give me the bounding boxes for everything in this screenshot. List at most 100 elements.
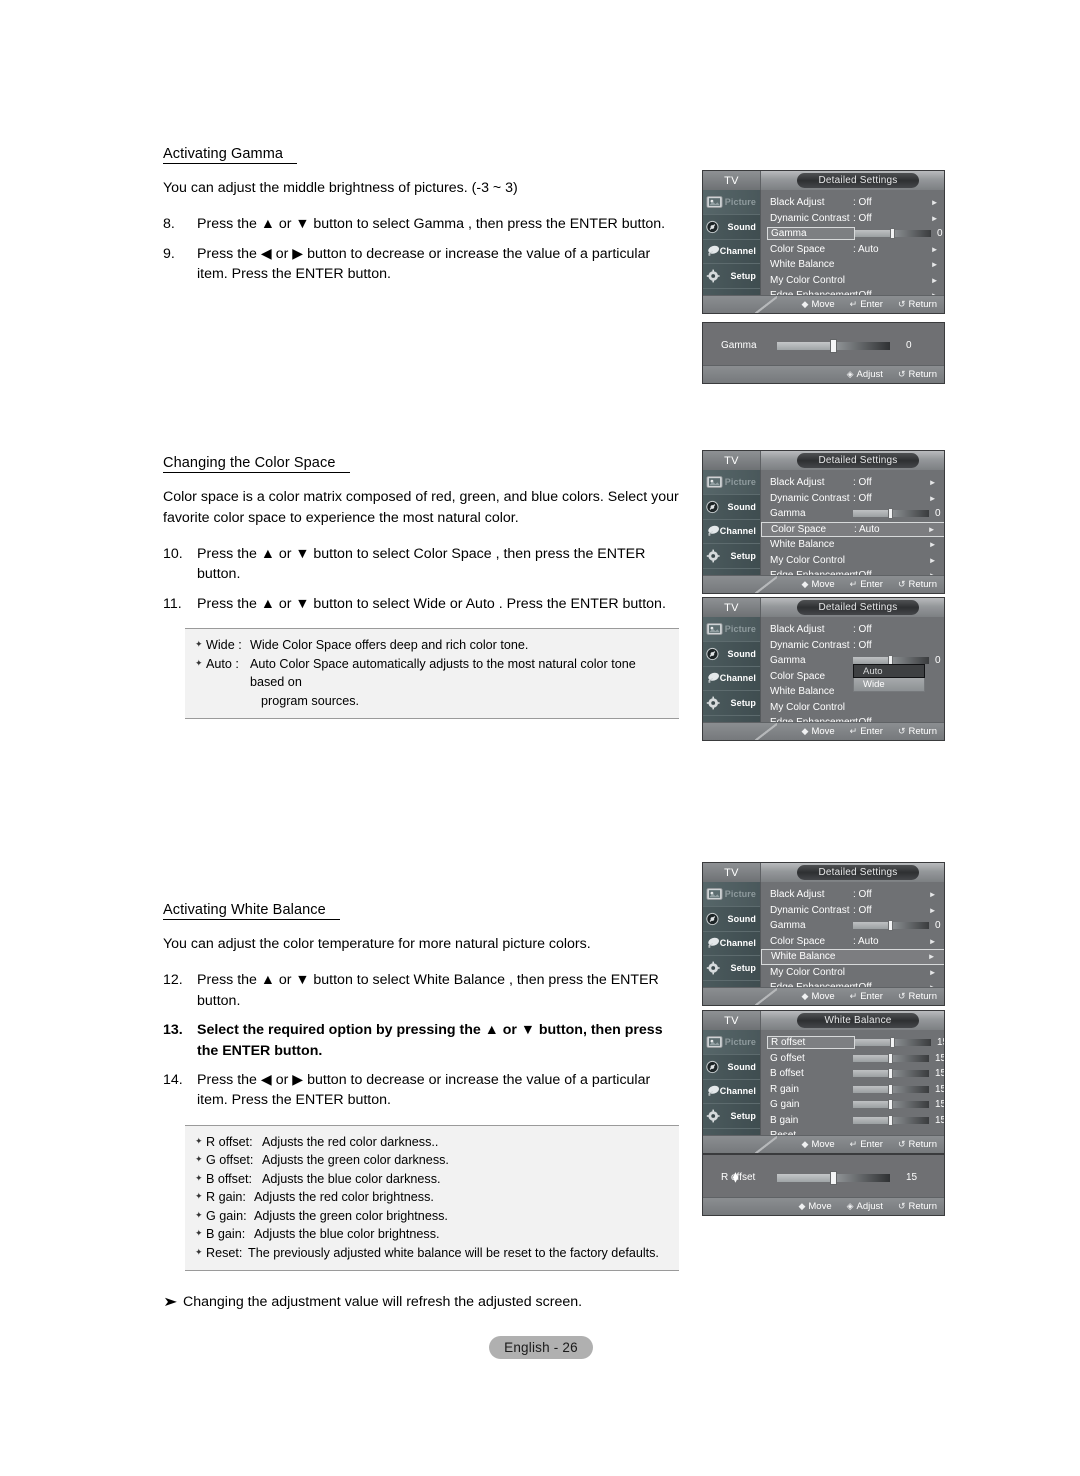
menu-row-my-color-control[interactable]: My Color Control — [761, 700, 944, 716]
menu-row-my-color-control[interactable]: My Color Control ► — [761, 553, 944, 569]
action-return[interactable]: ↺ Return — [898, 579, 937, 590]
b-gain-slider[interactable] — [853, 1114, 929, 1126]
menu-row-white-balance[interactable]: White Balance ► — [761, 949, 944, 965]
menu-row-black-adjust[interactable]: Black Adjust : Off ► — [761, 475, 944, 491]
action-move[interactable]: ◆ Move — [802, 579, 835, 590]
sidebar-item-setup[interactable]: Setup — [703, 264, 760, 290]
sidebar-item-channel[interactable]: Channel — [703, 667, 760, 692]
r-offset-slider[interactable] — [855, 1037, 931, 1049]
sidebar-item-picture[interactable]: Picture — [703, 882, 760, 907]
sidebar-item-sound[interactable]: Sound — [703, 642, 760, 667]
menu-row-my-color-control[interactable]: My Color Control ► — [761, 273, 944, 289]
menu-row-r-gain[interactable]: R gain 15 — [761, 1082, 944, 1098]
gamma-adjust-slider[interactable] — [777, 338, 890, 353]
osd-r-offset-adjust-bar[interactable]: ▲ ▼ R offset 15 ◆ Move ◈ Adjust ↺ Return — [702, 1154, 945, 1216]
slider-handle[interactable] — [890, 228, 895, 240]
slider-handle[interactable] — [888, 1068, 893, 1080]
action-adjust[interactable]: ◈ Adjust — [847, 369, 883, 380]
sidebar-item-sound[interactable]: Sound — [703, 215, 760, 240]
menu-row-color-space[interactable]: Color Space : Auto ► — [761, 242, 944, 258]
sidebar-item-picture[interactable]: Picture — [703, 1030, 760, 1055]
menu-row-white-balance[interactable]: White Balance ► — [761, 257, 944, 273]
sidebar-item-channel[interactable]: Channel — [703, 520, 760, 545]
slider-handle[interactable] — [890, 1037, 895, 1049]
slider-handle[interactable] — [888, 1052, 893, 1064]
sidebar-item-sound[interactable]: Sound — [703, 495, 760, 520]
menu-row-white-balance[interactable]: White Balance ► — [761, 537, 944, 553]
slider-handle[interactable] — [829, 1170, 837, 1185]
r-gain-slider[interactable] — [853, 1083, 929, 1095]
menu-row-color-space[interactable]: Color Space : Auto ► — [761, 934, 944, 950]
gamma-slider[interactable] — [853, 508, 929, 520]
menu-row-b-gain[interactable]: B gain 15 — [761, 1113, 944, 1129]
osd-gamma-adjust-bar[interactable]: Gamma 0 ◈ Adjust ↺ Return — [702, 322, 945, 384]
sidebar-item-picture[interactable]: Picture — [703, 470, 760, 495]
option-wide[interactable]: Wide — [853, 678, 925, 692]
osd-detailed-settings-gamma[interactable]: TV Detailed Settings Picture Sound Chann… — [702, 170, 945, 314]
menu-row-color-space[interactable]: Color Space : Auto ► — [761, 521, 944, 537]
sidebar-item-channel[interactable]: Channel — [703, 1080, 760, 1105]
g-offset-slider[interactable] — [853, 1052, 929, 1064]
menu-row-gamma[interactable]: Gamma 0 — [761, 918, 944, 934]
sidebar-item-setup[interactable]: Setup — [703, 1104, 760, 1130]
sidebar-item-setup[interactable]: Setup — [703, 544, 760, 570]
menu-row-g-gain[interactable]: G gain 15 — [761, 1097, 944, 1113]
action-return[interactable]: ↺ Return — [898, 299, 937, 310]
action-enter[interactable]: ↵ Enter — [850, 579, 883, 590]
action-enter[interactable]: ↵ Enter — [850, 991, 883, 1002]
action-move[interactable]: ◆ Move — [802, 726, 835, 737]
action-move[interactable]: ◆ Move — [798, 1201, 831, 1212]
osd-action-bar: ◆ Move ↵ Enter ↺ Return — [703, 1135, 944, 1153]
sidebar-item-setup[interactable]: Setup — [703, 691, 760, 717]
gamma-slider[interactable] — [855, 228, 931, 240]
action-return[interactable]: ↺ Return — [898, 726, 937, 737]
slider-handle[interactable] — [888, 1099, 893, 1111]
r-offset-adjust-slider[interactable] — [777, 1170, 890, 1185]
sidebar-item-picture[interactable]: Picture — [703, 617, 760, 642]
slider-handle[interactable] — [888, 920, 893, 932]
sidebar-item-sound[interactable]: Sound — [703, 1055, 760, 1080]
osd-color-space-dropdown[interactable]: TV Detailed Settings Picture Sound Chann… — [702, 597, 945, 741]
menu-row-black-adjust[interactable]: Black Adjust : Off — [761, 622, 944, 638]
color-space-option-list[interactable]: Auto Wide — [853, 664, 925, 692]
action-return[interactable]: ↺ Return — [898, 369, 937, 380]
sidebar-item-setup[interactable]: Setup — [703, 956, 760, 982]
osd-detailed-settings-white-balance[interactable]: TV Detailed Settings Picture Sound Chann… — [702, 862, 945, 1006]
sidebar-item-sound[interactable]: Sound — [703, 907, 760, 932]
g-gain-slider[interactable] — [853, 1099, 929, 1111]
action-enter[interactable]: ↵ Enter — [850, 299, 883, 310]
slider-handle[interactable] — [888, 1083, 893, 1095]
menu-row-black-adjust[interactable]: Black Adjust : Off ► — [761, 887, 944, 903]
slider-handle[interactable] — [888, 1114, 893, 1126]
action-return[interactable]: ↺ Return — [898, 1139, 937, 1150]
sidebar-item-channel[interactable]: Channel — [703, 240, 760, 265]
action-enter[interactable]: ↵ Enter — [850, 726, 883, 737]
action-return[interactable]: ↺ Return — [898, 991, 937, 1002]
b-offset-slider[interactable] — [853, 1068, 929, 1080]
action-move[interactable]: ◆ Move — [802, 299, 835, 310]
menu-row-gamma[interactable]: Gamma 0 — [761, 226, 944, 242]
sidebar-item-picture[interactable]: Picture — [703, 190, 760, 215]
action-enter[interactable]: ↵ Enter — [850, 1139, 883, 1150]
menu-row-my-color-control[interactable]: My Color Control ► — [761, 965, 944, 981]
osd-detailed-settings-color-space[interactable]: TV Detailed Settings Picture Sound Chann… — [702, 450, 945, 594]
slider-handle[interactable] — [829, 338, 837, 353]
menu-row-gamma[interactable]: Gamma 0 — [761, 506, 944, 522]
action-adjust[interactable]: ◈ Adjust — [847, 1201, 883, 1212]
option-auto[interactable]: Auto — [853, 664, 925, 678]
menu-row-dynamic-contrast[interactable]: Dynamic Contrast : Off ► — [761, 903, 944, 919]
action-move[interactable]: ◆ Move — [802, 991, 835, 1002]
menu-row-b-offset[interactable]: B offset 15 — [761, 1066, 944, 1082]
action-move[interactable]: ◆ Move — [802, 1139, 835, 1150]
menu-row-dynamic-contrast[interactable]: Dynamic Contrast : Off ► — [761, 491, 944, 507]
menu-row-black-adjust[interactable]: Black Adjust : Off ► — [761, 195, 944, 211]
menu-row-dynamic-contrast[interactable]: Dynamic Contrast : Off — [761, 638, 944, 654]
sidebar-item-channel[interactable]: Channel — [703, 932, 760, 957]
menu-row-g-offset[interactable]: G offset 15 — [761, 1051, 944, 1067]
menu-row-r-offset[interactable]: R offset 15 — [761, 1035, 944, 1051]
gamma-slider[interactable] — [853, 920, 929, 932]
menu-row-dynamic-contrast[interactable]: Dynamic Contrast : Off ► — [761, 211, 944, 227]
action-return[interactable]: ↺ Return — [898, 1201, 937, 1212]
osd-white-balance-detail[interactable]: TV White Balance Picture Sound Channel S… — [702, 1010, 945, 1154]
slider-handle[interactable] — [888, 508, 893, 520]
